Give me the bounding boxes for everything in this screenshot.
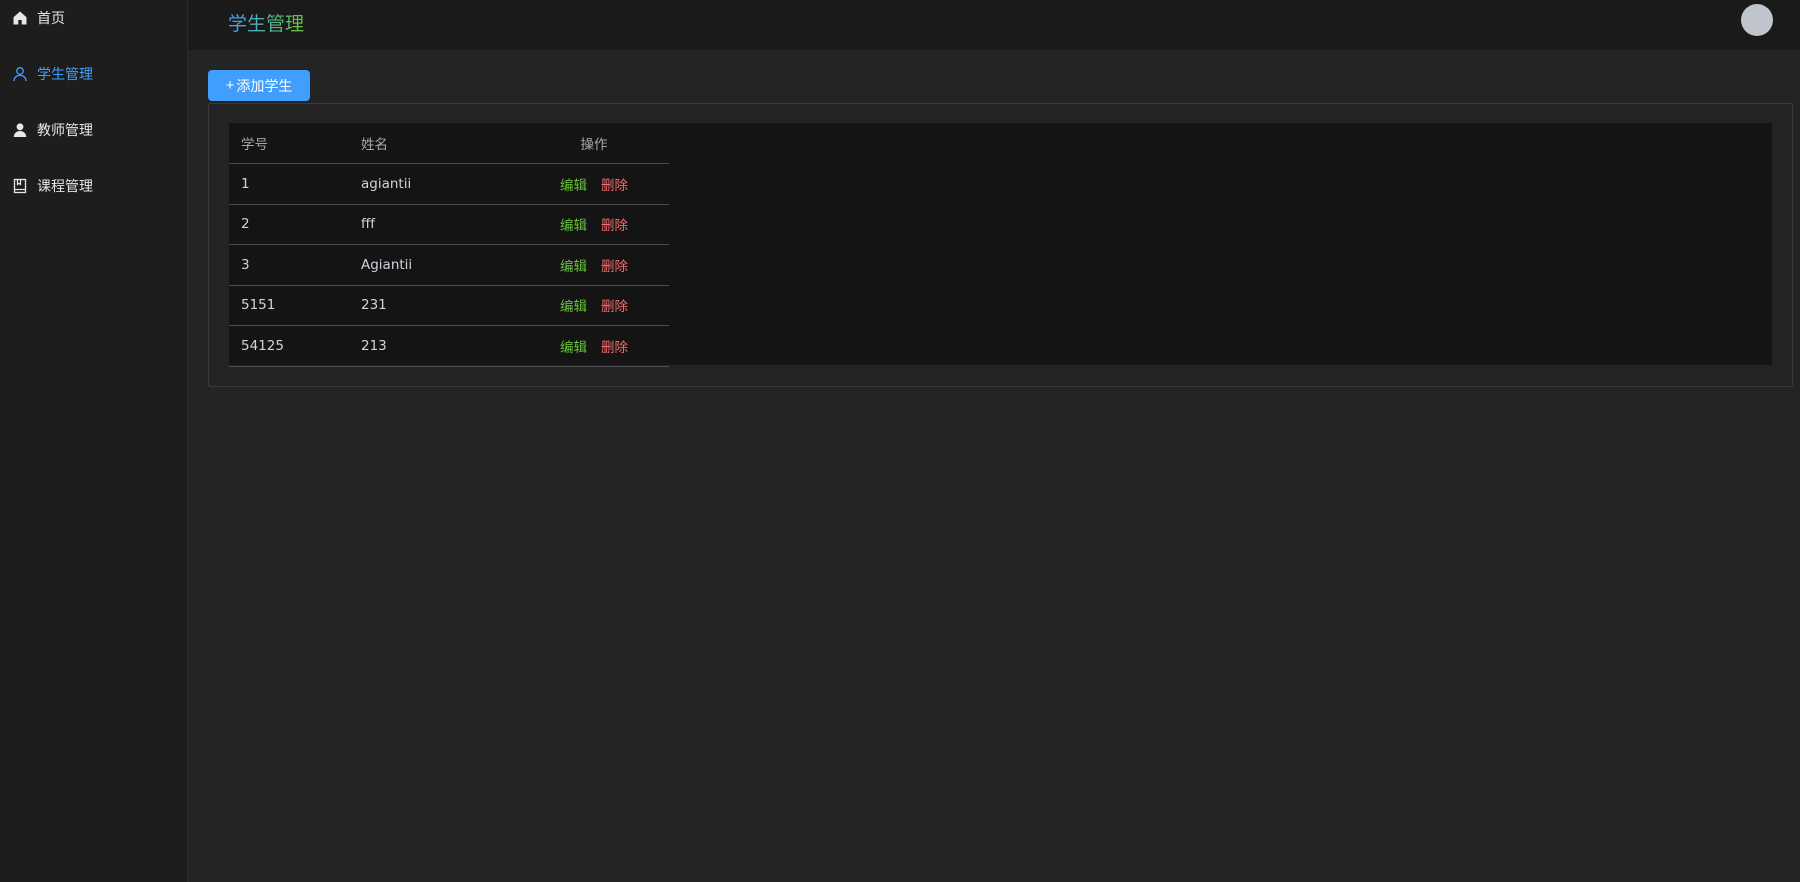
table-row: 3 Agiantii 编辑 删除 xyxy=(229,244,669,286)
table-row: 54125 213 编辑 删除 xyxy=(229,325,669,367)
cell-actions: 编辑 删除 xyxy=(519,244,669,286)
cell-actions: 编辑 删除 xyxy=(519,204,669,245)
sidebar-item-label: 学生管理 xyxy=(37,67,93,83)
table-header-row: 学号 姓名 操作 xyxy=(229,123,669,164)
cell-id: 54125 xyxy=(229,325,349,367)
sidebar-item-students[interactable]: 学生管理 xyxy=(0,46,187,102)
cell-id: 5151 xyxy=(229,285,349,326)
sidebar-item-label: 首页 xyxy=(37,11,65,27)
delete-button[interactable]: 删除 xyxy=(601,178,628,194)
column-header-id: 学号 xyxy=(229,123,349,164)
sidebar-item-home[interactable]: 首页 xyxy=(0,0,187,46)
edit-button[interactable]: 编辑 xyxy=(560,259,587,275)
table-row: 2 fff 编辑 删除 xyxy=(229,204,669,245)
sidebar-item-label: 教师管理 xyxy=(37,123,93,139)
add-student-label: 添加学生 xyxy=(236,77,293,94)
cell-name: fff xyxy=(349,204,519,245)
edit-button[interactable]: 编辑 xyxy=(560,178,587,194)
cell-id: 2 xyxy=(229,204,349,245)
add-student-button[interactable]: + 添加学生 xyxy=(208,70,310,101)
plus-icon: + xyxy=(225,77,235,94)
home-icon xyxy=(12,10,28,26)
cell-actions: 编辑 删除 xyxy=(519,163,669,205)
book-icon xyxy=(12,178,28,194)
table-row: 5151 231 编辑 删除 xyxy=(229,285,669,326)
column-header-name: 姓名 xyxy=(349,123,519,164)
sidebar-item-label: 课程管理 xyxy=(37,179,93,195)
delete-button[interactable]: 删除 xyxy=(601,299,628,315)
cell-name: agiantii xyxy=(349,163,519,205)
cell-actions: 编辑 删除 xyxy=(519,285,669,326)
user-filled-icon xyxy=(12,122,28,138)
cell-id: 3 xyxy=(229,244,349,286)
sidebar-item-teachers[interactable]: 教师管理 xyxy=(0,102,187,158)
cell-name: 231 xyxy=(349,285,519,326)
edit-button[interactable]: 编辑 xyxy=(560,299,587,315)
sidebar-item-courses[interactable]: 课程管理 xyxy=(0,158,187,214)
cell-name: 213 xyxy=(349,325,519,367)
avatar[interactable] xyxy=(1741,4,1773,36)
column-header-actions: 操作 xyxy=(519,123,669,164)
cell-name: Agiantii xyxy=(349,244,519,286)
sidebar: 首页 学生管理 教师管理 课程管理 xyxy=(0,0,188,882)
edit-button[interactable]: 编辑 xyxy=(560,340,587,356)
edit-button[interactable]: 编辑 xyxy=(560,218,587,234)
cell-id: 1 xyxy=(229,163,349,205)
student-table-grid: 学号 姓名 操作 1 agiantii 编辑 删除 2 fff 编辑 删除 3 … xyxy=(229,123,669,367)
delete-button[interactable]: 删除 xyxy=(601,340,628,356)
header: 学生管理 xyxy=(188,0,1800,50)
delete-button[interactable]: 删除 xyxy=(601,218,628,234)
student-table: 学号 姓名 操作 1 agiantii 编辑 删除 2 fff 编辑 删除 3 … xyxy=(229,123,1772,367)
table-row: 1 agiantii 编辑 删除 xyxy=(229,163,669,205)
user-icon xyxy=(12,66,28,82)
delete-button[interactable]: 删除 xyxy=(601,259,628,275)
cell-actions: 编辑 删除 xyxy=(519,325,669,367)
page-title: 学生管理 xyxy=(228,9,304,36)
